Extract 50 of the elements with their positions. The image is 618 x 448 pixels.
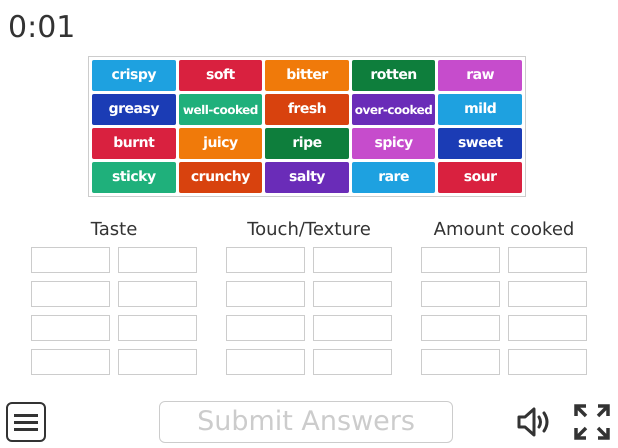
word-tile[interactable]: sticky: [92, 162, 176, 193]
drop-slot[interactable]: [313, 349, 392, 375]
timer: 0:01: [8, 10, 76, 45]
drop-slot[interactable]: [421, 247, 500, 273]
drop-slot[interactable]: [226, 315, 305, 341]
drop-slot[interactable]: [508, 349, 587, 375]
word-tile[interactable]: juicy: [178, 128, 262, 159]
word-tile[interactable]: over-cooked: [352, 94, 436, 125]
drop-slot[interactable]: [226, 281, 305, 307]
word-tile[interactable]: rare: [352, 162, 436, 193]
drop-slot[interactable]: [313, 247, 392, 273]
word-tile[interactable]: crunchy: [178, 162, 262, 193]
drop-slot[interactable]: [31, 247, 110, 273]
word-tile[interactable]: fresh: [265, 94, 349, 125]
word-tile[interactable]: bitter: [265, 60, 349, 91]
drop-slot[interactable]: [508, 281, 587, 307]
word-tile[interactable]: burnt: [92, 128, 176, 159]
word-tile[interactable]: mild: [438, 94, 522, 125]
drop-slot[interactable]: [508, 247, 587, 273]
drop-slot[interactable]: [508, 315, 587, 341]
menu-icon[interactable]: [6, 402, 46, 442]
drop-slot[interactable]: [118, 349, 197, 375]
drop-slot[interactable]: [118, 315, 197, 341]
word-tile[interactable]: salty: [265, 162, 349, 193]
drop-slot[interactable]: [31, 281, 110, 307]
drop-slot[interactable]: [313, 281, 392, 307]
category-heading: Amount cooked: [434, 218, 574, 242]
word-tile[interactable]: sour: [438, 162, 522, 193]
drop-slot[interactable]: [31, 315, 110, 341]
drop-slot[interactable]: [226, 349, 305, 375]
drop-slot[interactable]: [313, 315, 392, 341]
drop-slot[interactable]: [421, 349, 500, 375]
drop-slot[interactable]: [118, 281, 197, 307]
category-heading: Touch/Texture: [247, 218, 371, 242]
word-tile[interactable]: greasy: [92, 94, 176, 125]
drop-slot[interactable]: [31, 349, 110, 375]
word-tile[interactable]: spicy: [352, 128, 436, 159]
drop-slot[interactable]: [421, 281, 500, 307]
word-tile[interactable]: rotten: [352, 60, 436, 91]
word-tile[interactable]: raw: [438, 60, 522, 91]
word-tile[interactable]: soft: [178, 60, 262, 91]
fullscreen-icon[interactable]: [574, 404, 610, 440]
drop-slot[interactable]: [226, 247, 305, 273]
drop-slot[interactable]: [118, 247, 197, 273]
category-heading: Taste: [90, 218, 138, 242]
word-tile[interactable]: sweet: [438, 128, 522, 159]
word-tile[interactable]: crispy: [92, 60, 176, 91]
word-tile[interactable]: ripe: [265, 128, 349, 159]
word-tile[interactable]: well-cooked: [178, 94, 262, 125]
drop-slot[interactable]: [421, 315, 500, 341]
